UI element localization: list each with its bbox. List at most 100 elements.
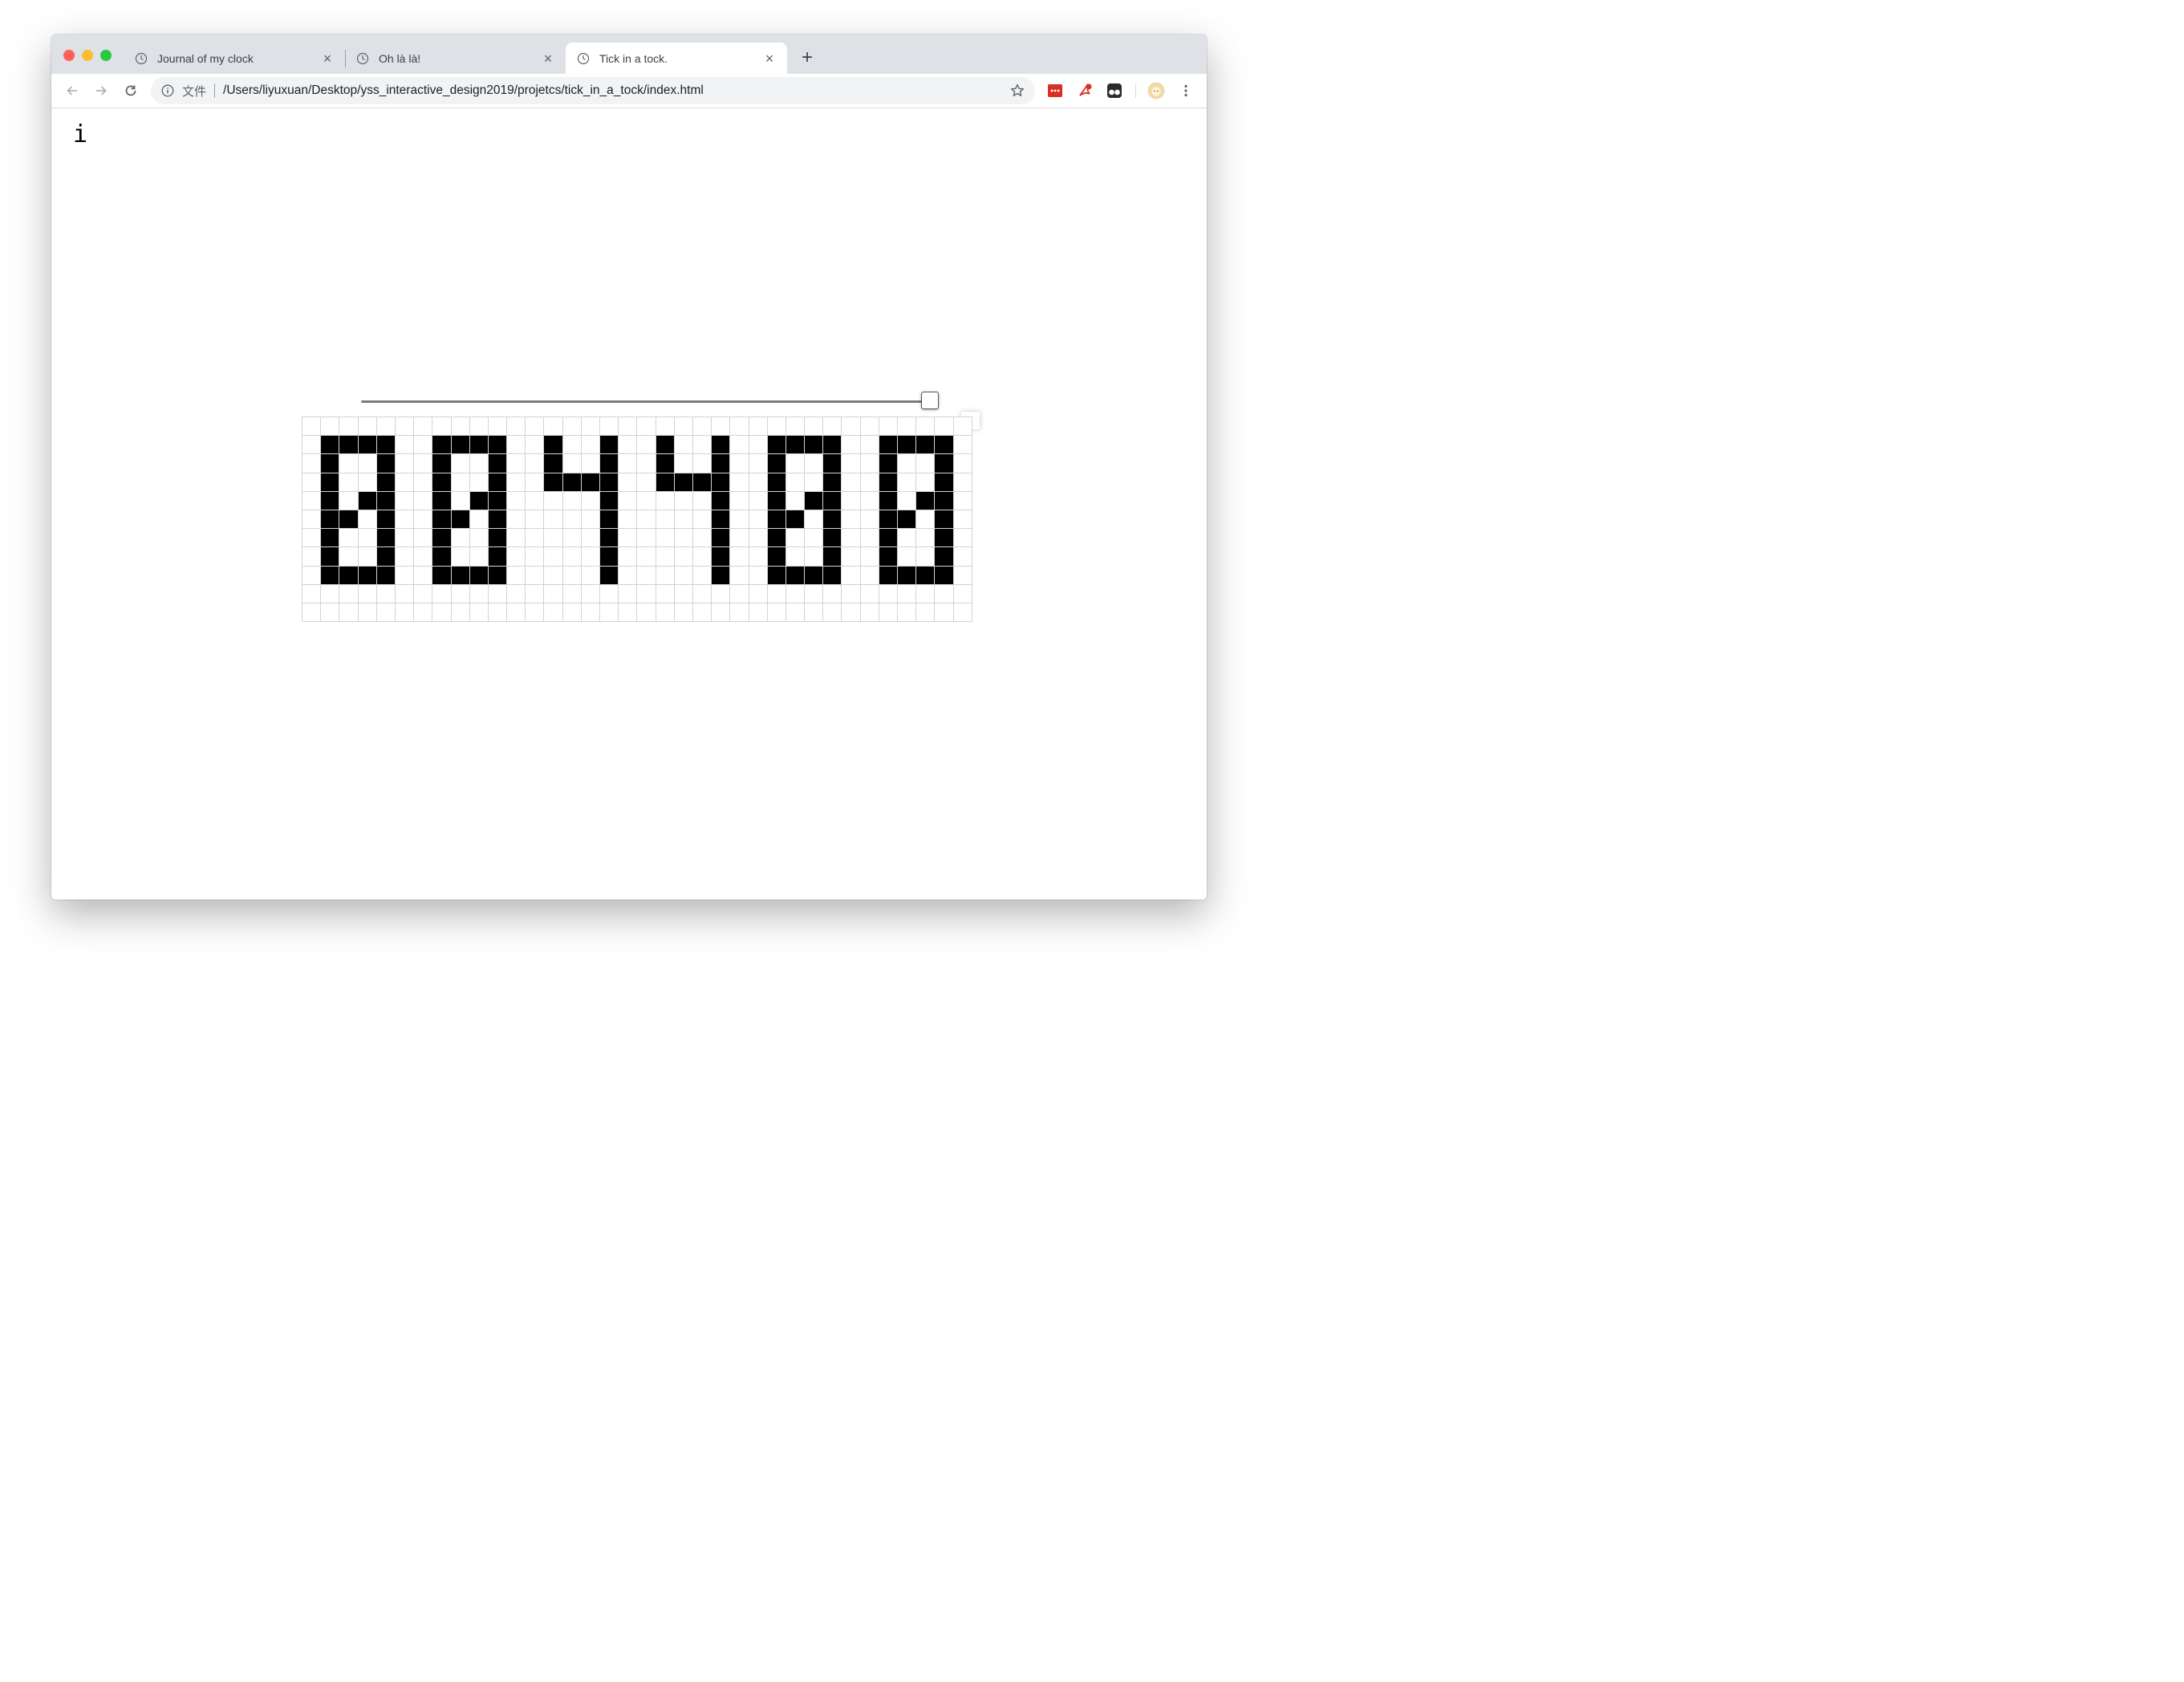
pixel-cell-off[interactable] [507, 473, 526, 492]
pixel-cell-off[interactable] [562, 417, 582, 437]
pixel-cell-off[interactable] [730, 436, 749, 455]
pixel-cell-off[interactable] [898, 603, 917, 623]
pixel-cell-on[interactable] [488, 566, 508, 585]
pixel-cell-off[interactable] [953, 529, 972, 548]
pixel-cell-off[interactable] [730, 417, 749, 437]
pixel-cell-on[interactable] [544, 454, 563, 473]
pixel-cell-on[interactable] [823, 491, 842, 510]
pixel-cell-off[interactable] [619, 473, 638, 492]
pixel-cell-off[interactable] [302, 473, 322, 492]
pixel-cell-off[interactable] [395, 473, 415, 492]
pixel-cell-off[interactable] [619, 491, 638, 510]
pixel-cell-off[interactable] [786, 584, 806, 603]
pixel-cell-off[interactable] [339, 454, 359, 473]
pixel-cell-on[interactable] [488, 547, 508, 567]
pixel-cell-off[interactable] [767, 603, 786, 623]
pixel-cell-off[interactable] [544, 584, 563, 603]
pixel-cell-off[interactable] [842, 603, 861, 623]
pixel-cell-on[interactable] [916, 566, 936, 585]
pixel-cell-off[interactable] [581, 491, 600, 510]
pixel-cell-on[interactable] [488, 510, 508, 530]
pixel-cell-off[interactable] [488, 584, 508, 603]
pixel-cell-on[interactable] [339, 566, 359, 585]
slider-track[interactable] [361, 400, 931, 403]
pixel-cell-off[interactable] [879, 603, 898, 623]
pixel-cell-on[interactable] [692, 473, 712, 492]
pixel-cell-off[interactable] [526, 603, 545, 623]
pixel-cell-off[interactable] [860, 603, 879, 623]
pixel-cell-on[interactable] [898, 510, 917, 530]
close-tab-icon[interactable]: × [763, 51, 776, 66]
pixel-cell-off[interactable] [953, 603, 972, 623]
pixel-cell-on[interactable] [916, 491, 936, 510]
pixel-cell-off[interactable] [879, 417, 898, 437]
pixel-cell-on[interactable] [488, 473, 508, 492]
time-slider[interactable] [361, 388, 940, 415]
url-text[interactable]: /Users/liyuxuan/Desktop/yss_interactive_… [223, 83, 1009, 98]
pixel-cell-on[interactable] [321, 473, 340, 492]
pixel-cell-off[interactable] [544, 603, 563, 623]
pixel-cell-on[interactable] [712, 547, 731, 567]
pixel-cell-off[interactable] [674, 510, 693, 530]
pixel-cell-on[interactable] [376, 529, 396, 548]
pixel-cell-on[interactable] [376, 547, 396, 567]
pixel-cell-off[interactable] [898, 584, 917, 603]
pixel-cell-off[interactable] [395, 454, 415, 473]
pixel-cell-on[interactable] [432, 491, 452, 510]
pixel-cell-off[interactable] [507, 529, 526, 548]
pixel-cell-off[interactable] [451, 454, 470, 473]
pixel-cell-off[interactable] [562, 454, 582, 473]
pixel-cell-off[interactable] [358, 547, 377, 567]
pixel-cell-on[interactable] [600, 510, 619, 530]
address-bar[interactable]: 文件 /Users/liyuxuan/Desktop/yss_interacti… [151, 77, 1035, 104]
pixel-cell-off[interactable] [730, 454, 749, 473]
pixel-cell-on[interactable] [712, 510, 731, 530]
pixel-cell-off[interactable] [786, 473, 806, 492]
pixel-cell-on[interactable] [935, 547, 954, 567]
pixel-cell-off[interactable] [339, 491, 359, 510]
pixel-cell-off[interactable] [507, 417, 526, 437]
pixel-cell-off[interactable] [321, 584, 340, 603]
pixel-cell-on[interactable] [469, 566, 489, 585]
pixel-cell-off[interactable] [469, 603, 489, 623]
pixel-cell-off[interactable] [860, 566, 879, 585]
pixel-cell-off[interactable] [562, 436, 582, 455]
pixel-cell-off[interactable] [544, 529, 563, 548]
back-arrow-icon[interactable] [63, 81, 82, 100]
pixel-cell-off[interactable] [805, 473, 824, 492]
pixel-cell-on[interactable] [823, 547, 842, 567]
pixel-cell-off[interactable] [637, 584, 656, 603]
pixel-cell-off[interactable] [507, 491, 526, 510]
pixel-cell-off[interactable] [805, 529, 824, 548]
pixel-cell-off[interactable] [507, 454, 526, 473]
pixel-cell-off[interactable] [544, 510, 563, 530]
pixel-cell-off[interactable] [451, 584, 470, 603]
pixel-cell-off[interactable] [619, 510, 638, 530]
pixel-cell-off[interactable] [358, 510, 377, 530]
pixel-cell-off[interactable] [916, 584, 936, 603]
pixel-cell-on[interactable] [935, 436, 954, 455]
pixel-cell-on[interactable] [767, 473, 786, 492]
pixel-cell-off[interactable] [842, 584, 861, 603]
slider-thumb[interactable] [921, 392, 939, 409]
pixel-cell-on[interactable] [432, 547, 452, 567]
pixel-cell-off[interactable] [507, 547, 526, 567]
pixel-cell-off[interactable] [860, 473, 879, 492]
pixel-cell-off[interactable] [879, 584, 898, 603]
pixel-cell-off[interactable] [414, 547, 433, 567]
pixel-cell-off[interactable] [730, 510, 749, 530]
pixel-cell-off[interactable] [656, 529, 675, 548]
pixel-cell-off[interactable] [414, 436, 433, 455]
pixel-cell-on[interactable] [321, 454, 340, 473]
pixel-cell-off[interactable] [860, 417, 879, 437]
pixel-cell-off[interactable] [544, 566, 563, 585]
pixel-cell-on[interactable] [786, 436, 806, 455]
pixel-cell-off[interactable] [953, 566, 972, 585]
pixel-cell-off[interactable] [786, 529, 806, 548]
pixel-cell-off[interactable] [916, 454, 936, 473]
pixel-cell-off[interactable] [674, 529, 693, 548]
pixel-cell-off[interactable] [414, 510, 433, 530]
pixel-cell-off[interactable] [637, 529, 656, 548]
pixel-cell-off[interactable] [619, 417, 638, 437]
pixel-cell-off[interactable] [749, 436, 768, 455]
